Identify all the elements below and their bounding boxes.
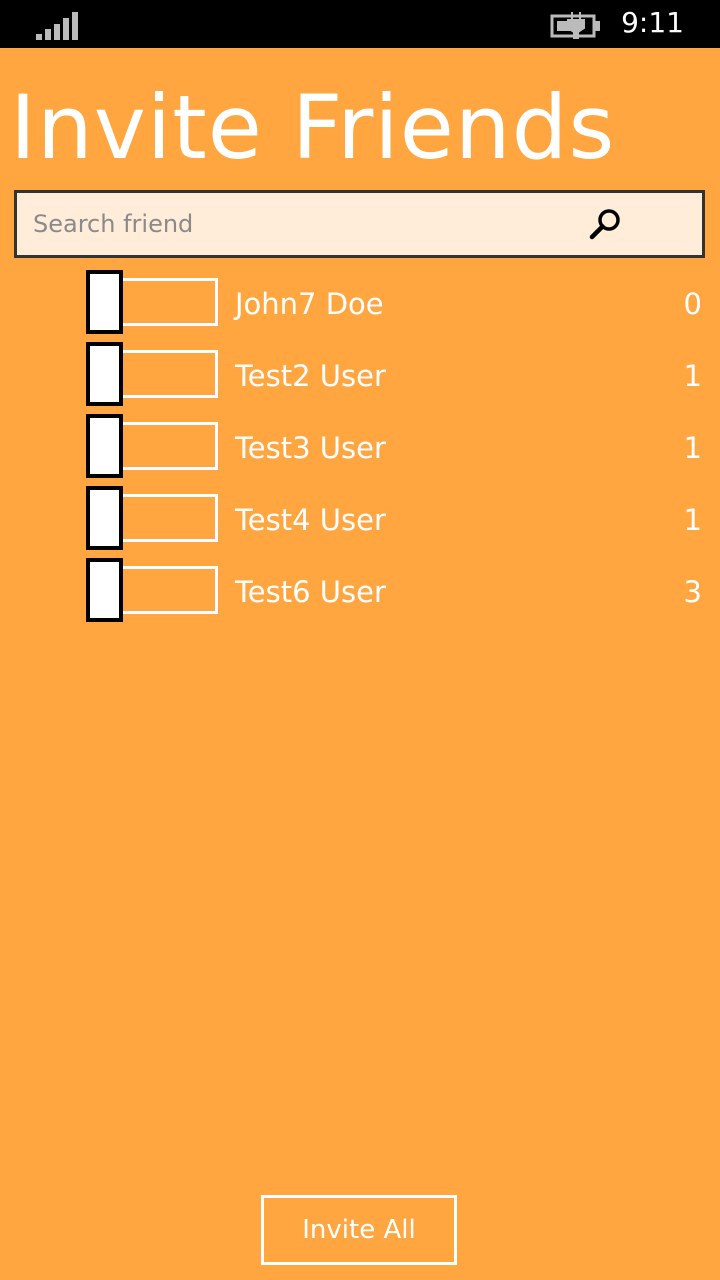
friend-count: 0 [683, 287, 702, 321]
signal-strength-icon [36, 12, 78, 40]
search-icon [589, 209, 620, 240]
friend-count: 1 [683, 431, 702, 465]
search-input[interactable] [17, 193, 577, 255]
invite-toggle[interactable] [86, 558, 220, 622]
friend-name: Test2 User [235, 359, 386, 393]
search-button[interactable] [583, 203, 627, 247]
friend-name: Test3 User [235, 431, 386, 465]
friend-count: 1 [683, 503, 702, 537]
status-bar: 9:11 [0, 0, 720, 48]
toggle-thumb [86, 558, 123, 622]
friend-count: 1 [683, 359, 702, 393]
invite-all-button[interactable]: Invite All [261, 1195, 457, 1265]
friend-count: 3 [683, 575, 702, 609]
friend-name: John7 Doe [235, 287, 384, 321]
friend-row-test4-user: Test4 User 1 [0, 482, 720, 554]
invite-toggle[interactable] [86, 414, 220, 478]
toggle-thumb [86, 414, 123, 478]
toggle-thumb [86, 486, 123, 550]
friend-row-test3-user: Test3 User 1 [0, 410, 720, 482]
friend-name: Test4 User [235, 503, 386, 537]
invite-toggle[interactable] [86, 486, 220, 550]
friend-row-test6-user: Test6 User 3 [0, 554, 720, 626]
friend-name: Test6 User [235, 575, 386, 609]
friend-list: John7 Doe 0 Test2 User 1 Test3 User 1 Te… [0, 266, 720, 626]
friend-row-test2-user: Test2 User 1 [0, 338, 720, 410]
page-title: Invite Friends [10, 76, 616, 179]
battery-charging-icon [550, 12, 600, 39]
invite-toggle[interactable] [86, 270, 220, 334]
invite-toggle[interactable] [86, 342, 220, 406]
status-time: 9:11 [621, 6, 684, 39]
toggle-thumb [86, 270, 123, 334]
friend-row-john7-doe: John7 Doe 0 [0, 266, 720, 338]
search-box [14, 190, 705, 258]
toggle-thumb [86, 342, 123, 406]
